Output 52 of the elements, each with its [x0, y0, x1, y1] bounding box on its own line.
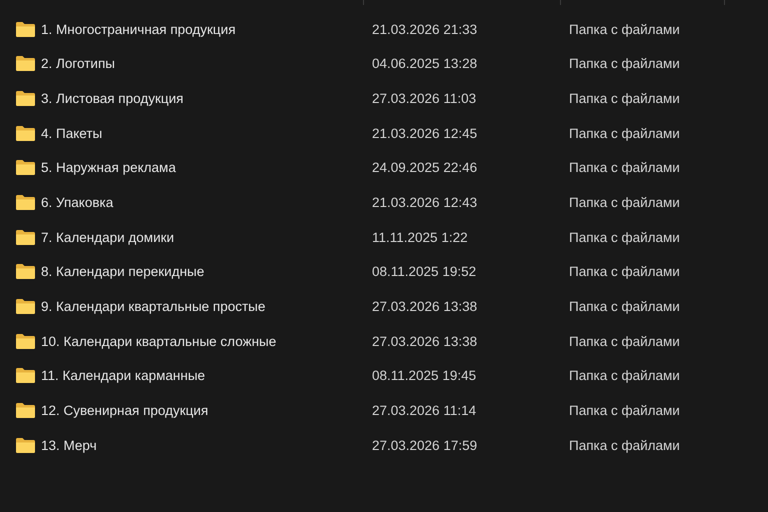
item-type: Папка с файлами [568, 264, 681, 280]
item-type: Папка с файлами [568, 22, 681, 37]
item-type: Папка с файлами [568, 438, 681, 453]
item-type: Папка с файлами [568, 126, 681, 141]
folder-icon [16, 334, 35, 349]
item-type: Папка с файлами [568, 90, 681, 106]
modified-date: 27.03.2026 11:14 [371, 403, 478, 418]
modified-date: 04.06.2025 13:28 [371, 56, 478, 72]
item-type: Папка с файлами [568, 368, 681, 384]
modified-date: 27.03.2026 13:38 [371, 334, 478, 349]
folder-name[interactable]: 4. Пакеты [41, 126, 102, 141]
modified-date: 27.03.2026 17:59 [371, 438, 478, 453]
modified-date: 27.03.2026 13:38 [371, 299, 478, 314]
modified-date: 21.03.2026 12:43 [371, 194, 478, 210]
item-type: Папка с файлами [568, 334, 681, 349]
modified-date: 11.11.2025 1:22 [371, 230, 469, 245]
item-type: Папка с файлами [568, 403, 681, 418]
modified-date: 08.11.2025 19:52 [371, 264, 478, 280]
folder-name[interactable]: 8. Календари перекидные [41, 264, 204, 280]
item-type: Папка с файлами [568, 160, 681, 176]
folder-icon [16, 126, 35, 141]
folder-icon [16, 56, 35, 72]
folder-icon [16, 230, 35, 245]
folder-icon [16, 438, 35, 453]
folder-icon [16, 368, 35, 384]
folder-name[interactable]: 1. Многостраничная продукция [41, 22, 236, 37]
folder-icon [16, 194, 35, 210]
modified-date: 21.03.2026 12:45 [371, 126, 478, 141]
folder-icon [16, 22, 35, 37]
folder-name[interactable]: 2. Логотипы [41, 56, 115, 72]
modified-date: 27.03.2026 11:03 [371, 90, 478, 106]
folder-icon [16, 90, 35, 106]
folder-name[interactable]: 3. Листовая продукция [41, 90, 184, 106]
folder-name[interactable]: 9. Календари квартальные простые [41, 299, 266, 314]
item-type: Папка с файлами [568, 194, 681, 210]
folder-icon [16, 160, 35, 176]
item-type: Папка с файлами [568, 230, 681, 245]
item-type: Папка с файлами [568, 56, 681, 72]
folder-name[interactable]: 6. Упаковка [41, 194, 114, 210]
folder-icon [16, 299, 35, 314]
modified-date: 24.09.2025 22:46 [371, 160, 478, 176]
modified-date: 21.03.2026 21:33 [371, 22, 478, 37]
folder-name[interactable]: 10. Календари квартальные сложные [41, 334, 276, 349]
folder-name[interactable]: 13. Мерч [41, 438, 97, 453]
folder-name[interactable]: 7. Календари домики [41, 230, 174, 245]
folder-icon [16, 264, 35, 280]
folder-name[interactable]: 11. Календари карманные [41, 368, 206, 384]
folder-icon [16, 403, 35, 418]
modified-date: 08.11.2025 19:45 [371, 368, 478, 384]
item-type: Папка с файлами [568, 299, 681, 314]
folder-name[interactable]: 5. Наружная реклама [41, 160, 176, 176]
folder-name[interactable]: 12. Сувенирная продукция [41, 403, 208, 418]
